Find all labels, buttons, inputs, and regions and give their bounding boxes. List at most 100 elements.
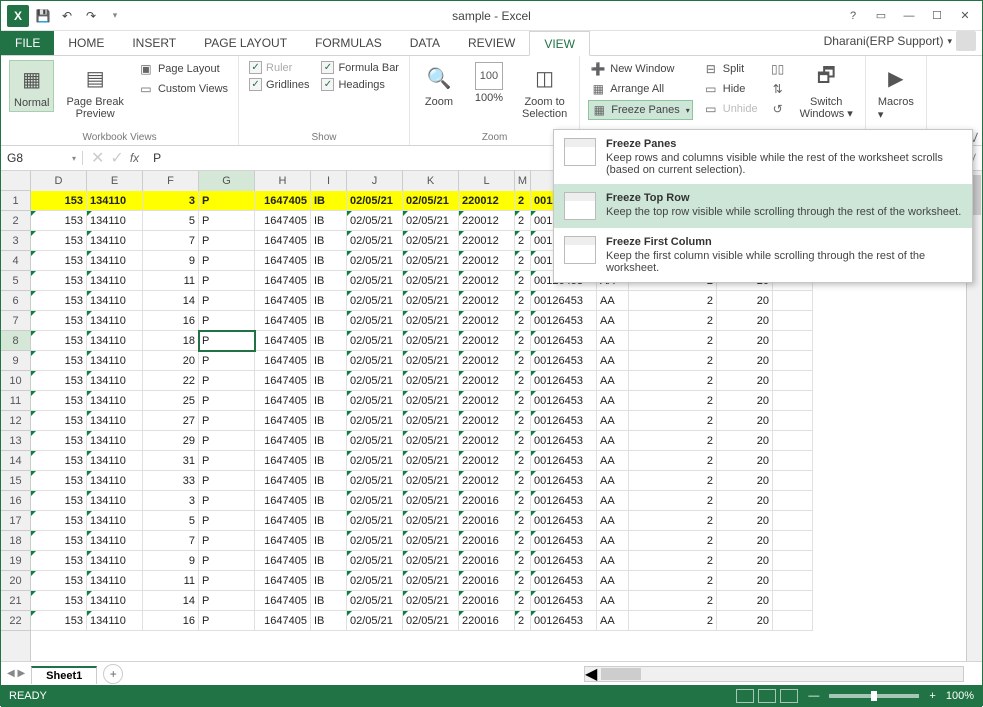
page-break-status-icon[interactable] <box>780 689 798 703</box>
cell[interactable]: 153 <box>31 291 87 311</box>
cell[interactable]: 2 <box>629 431 717 451</box>
cell[interactable]: 02/05/21 <box>347 391 403 411</box>
sheet-tab-sheet1[interactable]: Sheet1 <box>31 666 97 684</box>
cell[interactable]: 02/05/21 <box>347 471 403 491</box>
row-header-1[interactable]: 1 <box>1 191 30 211</box>
page-layout-button[interactable]: ▣Page Layout <box>136 60 230 78</box>
cell[interactable]: 134110 <box>87 591 143 611</box>
zoom-thumb[interactable] <box>871 691 877 701</box>
cell[interactable]: 2 <box>515 191 531 211</box>
cell[interactable]: P <box>199 511 255 531</box>
cell[interactable]: 134110 <box>87 531 143 551</box>
cell[interactable]: 2 <box>515 311 531 331</box>
zoom-button[interactable]: 🔍Zoom <box>418 60 460 110</box>
cell[interactable]: 1647405 <box>255 411 311 431</box>
column-header-E[interactable]: E <box>87 171 143 191</box>
cell[interactable]: IB <box>311 291 347 311</box>
cell[interactable]: 02/05/21 <box>403 591 459 611</box>
cell[interactable]: 134110 <box>87 511 143 531</box>
cell[interactable]: IB <box>311 431 347 451</box>
cell[interactable]: 2 <box>629 371 717 391</box>
cell[interactable]: AA <box>597 491 629 511</box>
cell[interactable]: 220016 <box>459 591 515 611</box>
cell[interactable]: 2 <box>629 291 717 311</box>
cell[interactable]: 02/05/21 <box>347 191 403 211</box>
cell[interactable]: 2 <box>515 391 531 411</box>
cell[interactable]: 1647405 <box>255 371 311 391</box>
cell[interactable]: 7 <box>143 231 199 251</box>
ruler-checkbox[interactable]: ✓Ruler <box>247 60 311 75</box>
cell[interactable]: 220012 <box>459 191 515 211</box>
custom-views-button[interactable]: ▭Custom Views <box>136 80 230 98</box>
cell[interactable]: 2 <box>629 551 717 571</box>
user-account[interactable]: Dharani(ERP Support) ▾ <box>824 31 976 51</box>
cell[interactable] <box>773 611 813 631</box>
cell[interactable]: P <box>199 571 255 591</box>
cell[interactable] <box>773 491 813 511</box>
cell[interactable] <box>773 371 813 391</box>
column-header-I[interactable]: I <box>311 171 347 191</box>
column-header-M[interactable]: M <box>515 171 531 191</box>
cell[interactable]: 11 <box>143 571 199 591</box>
cell[interactable]: 134110 <box>87 571 143 591</box>
cell[interactable]: 02/05/21 <box>347 351 403 371</box>
cell[interactable]: 134110 <box>87 311 143 331</box>
cell[interactable]: 134110 <box>87 211 143 231</box>
cell[interactable]: 2 <box>629 471 717 491</box>
cell[interactable]: 153 <box>31 451 87 471</box>
cell[interactable]: 153 <box>31 491 87 511</box>
switch-windows-button[interactable]: 🗗SwitchWindows ▾ <box>796 60 857 122</box>
cell[interactable]: 02/05/21 <box>347 591 403 611</box>
cell[interactable]: IB <box>311 451 347 471</box>
cell[interactable]: P <box>199 391 255 411</box>
cell[interactable]: 2 <box>515 531 531 551</box>
cell[interactable]: 2 <box>515 211 531 231</box>
cell[interactable]: 14 <box>143 291 199 311</box>
cell[interactable]: AA <box>597 551 629 571</box>
row-header-10[interactable]: 10 <box>1 371 30 391</box>
cell[interactable]: 14 <box>143 591 199 611</box>
freeze-panes-button[interactable]: ▦Freeze Panes▾ <box>588 100 693 120</box>
cell[interactable]: 20 <box>717 531 773 551</box>
cell[interactable]: 02/05/21 <box>347 491 403 511</box>
cell[interactable]: 02/05/21 <box>347 271 403 291</box>
row-header-14[interactable]: 14 <box>1 451 30 471</box>
cell[interactable]: AA <box>597 291 629 311</box>
cell[interactable]: 00126453 <box>531 471 597 491</box>
name-box[interactable]: G8▾ <box>1 151 83 165</box>
fx-icon[interactable]: fx <box>130 151 139 165</box>
cell[interactable]: 153 <box>31 251 87 271</box>
row-header-17[interactable]: 17 <box>1 511 30 531</box>
cell[interactable]: P <box>199 551 255 571</box>
cell[interactable]: P <box>199 491 255 511</box>
cell[interactable]: 1647405 <box>255 231 311 251</box>
cell[interactable]: 02/05/21 <box>347 571 403 591</box>
cell[interactable]: AA <box>597 451 629 471</box>
cell[interactable]: 00126453 <box>531 591 597 611</box>
cell[interactable]: 2 <box>515 371 531 391</box>
cell[interactable]: P <box>199 531 255 551</box>
row-header-21[interactable]: 21 <box>1 591 30 611</box>
cell[interactable]: 220012 <box>459 451 515 471</box>
cell[interactable]: IB <box>311 611 347 631</box>
cell[interactable]: 00126453 <box>531 291 597 311</box>
cell[interactable]: 2 <box>515 551 531 571</box>
cell[interactable]: 02/05/21 <box>403 571 459 591</box>
cell[interactable]: IB <box>311 371 347 391</box>
cell[interactable]: 153 <box>31 611 87 631</box>
cell[interactable]: 153 <box>31 271 87 291</box>
cell[interactable]: 20 <box>717 291 773 311</box>
normal-view-button[interactable]: ▦ Normal <box>9 60 54 112</box>
cell[interactable]: IB <box>311 351 347 371</box>
cell[interactable]: 02/05/21 <box>403 531 459 551</box>
cell[interactable]: AA <box>597 391 629 411</box>
cell[interactable]: 29 <box>143 431 199 451</box>
cell[interactable]: P <box>199 371 255 391</box>
cell[interactable]: 20 <box>717 511 773 531</box>
cell[interactable]: 2 <box>515 511 531 531</box>
row-header-11[interactable]: 11 <box>1 391 30 411</box>
cell[interactable] <box>773 591 813 611</box>
cell[interactable]: 153 <box>31 351 87 371</box>
cell[interactable]: 33 <box>143 471 199 491</box>
row-header-18[interactable]: 18 <box>1 531 30 551</box>
